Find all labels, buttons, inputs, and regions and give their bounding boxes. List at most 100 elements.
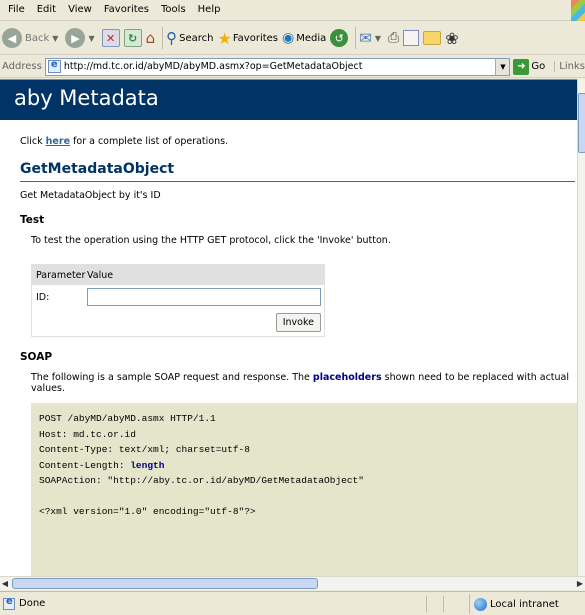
status-text: Done xyxy=(19,598,46,609)
soap-description: The following is a sample SOAP request a… xyxy=(0,363,585,394)
menu-view[interactable]: View xyxy=(62,0,98,20)
code-line: <?xml version="1.0" encoding="utf-8"?> xyxy=(39,506,256,517)
horizontal-scrollbar[interactable]: ◀ ▶ xyxy=(0,576,585,590)
go-button[interactable]: ➜ Go xyxy=(513,58,546,75)
history-icon: ↺ xyxy=(330,29,349,47)
soap-code-block: POST /abyMD/abyMD.asmx HTTP/1.1 Host: md.… xyxy=(31,403,585,576)
soap-pre: The following is a sample SOAP request a… xyxy=(31,372,313,383)
parameter-row-id: ID: xyxy=(32,285,324,309)
soap-heading: SOAP xyxy=(20,351,53,363)
address-dropdown-icon[interactable]: ▼ xyxy=(495,58,510,75)
id-input[interactable] xyxy=(87,288,321,306)
menu-tools[interactable]: Tools xyxy=(155,0,192,20)
menu-favorites[interactable]: Favorites xyxy=(98,0,155,20)
search-label: Search xyxy=(179,32,214,44)
refresh-icon: ↻ xyxy=(123,29,142,47)
intranet-globe-icon xyxy=(474,597,487,611)
go-arrow-icon: ➜ xyxy=(513,58,530,75)
operations-link[interactable]: here xyxy=(46,136,70,147)
back-label: Back xyxy=(25,32,50,44)
scroll-right-icon[interactable]: ▶ xyxy=(575,577,585,590)
mail-dropdown-icon[interactable]: ▼ xyxy=(375,34,381,43)
mail-button[interactable]: ✉ ▼ xyxy=(359,29,384,47)
stop-icon: ✕ xyxy=(101,29,120,47)
code-line: Content-Length: length xyxy=(39,458,577,474)
menu-bar: File Edit View Favorites Tools Help xyxy=(0,0,585,21)
back-arrow-icon: ◀ xyxy=(2,28,22,48)
menu-edit[interactable]: Edit xyxy=(31,0,62,20)
refresh-button[interactable]: ↻ xyxy=(123,29,142,47)
edit-icon xyxy=(403,30,420,46)
favorites-label: Favorites xyxy=(232,32,278,44)
parameter-column-header: Parameter xyxy=(36,269,86,281)
address-bar: Address http://md.tc.or.id/abyMD/abyMD.a… xyxy=(0,56,585,78)
status-cells xyxy=(426,596,460,612)
gear-icon: ❀ xyxy=(445,28,459,48)
go-label: Go xyxy=(531,61,546,72)
placeholders-text: placeholders xyxy=(312,372,382,383)
code-line: Content-Type: text/xml; charset=utf-8 xyxy=(39,444,250,455)
media-button[interactable]: ◉ Media xyxy=(282,30,326,46)
operation-description: Get MetadataObject by it's ID xyxy=(20,190,161,201)
page-content: aby Metadata Click here for a complete l… xyxy=(0,79,585,576)
address-input[interactable]: http://md.tc.or.id/abyMD/abyMD.asmx?op=G… xyxy=(44,57,511,76)
forward-button[interactable]: ▶ ▼ xyxy=(65,28,97,48)
mail-icon: ✉ xyxy=(359,29,372,47)
stop-button[interactable]: ✕ xyxy=(101,29,120,47)
security-zone[interactable]: Local intranet xyxy=(469,594,559,614)
favorites-button[interactable]: ★ Favorites xyxy=(217,29,278,48)
toolbar: ◀ Back ▼ ▶ ▼ ✕ ↻ ⌂ ⚲ Search ★ Favorites … xyxy=(0,22,585,55)
forward-arrow-icon: ▶ xyxy=(65,28,86,48)
intro-pre: Click xyxy=(20,136,46,147)
search-button[interactable]: ⚲ Search xyxy=(166,29,213,47)
forward-dropdown-icon[interactable]: ▼ xyxy=(88,34,94,43)
address-url[interactable]: http://md.tc.or.id/abyMD/abyMD.asmx?op=G… xyxy=(64,61,363,72)
menu-help[interactable]: Help xyxy=(192,0,227,20)
intro-text: Click here for a complete list of operat… xyxy=(0,120,585,147)
code-length-placeholder: length xyxy=(130,459,165,471)
scroll-left-icon[interactable]: ◀ xyxy=(0,577,10,590)
folder-icon xyxy=(423,31,442,45)
operation-title: GetMetadataObject xyxy=(20,161,575,182)
links-button[interactable]: Links xyxy=(554,61,585,72)
invoke-button[interactable]: Invoke xyxy=(275,313,321,332)
test-instructions: To test the operation using the HTTP GET… xyxy=(31,235,391,246)
test-heading: Test xyxy=(20,214,45,226)
toolbar-separator xyxy=(162,27,164,49)
folder-button[interactable] xyxy=(423,31,442,45)
star-icon: ★ xyxy=(217,28,232,48)
print-button[interactable]: ⎙ xyxy=(388,30,399,46)
code-line: SOAPAction: "http://aby.tc.or.id/abyMD/G… xyxy=(39,475,364,486)
windows-logo-icon xyxy=(571,0,585,21)
zone-label: Local intranet xyxy=(490,598,559,610)
vertical-scroll-thumb[interactable] xyxy=(578,93,585,153)
page-icon xyxy=(47,59,61,73)
status-bar: Done Local intranet xyxy=(0,591,585,615)
vertical-scrollbar[interactable] xyxy=(577,79,585,576)
code-line: POST /abyMD/abyMD.asmx HTTP/1.1 xyxy=(39,413,216,424)
parameter-table: Parameter Value ID: Invoke xyxy=(31,264,325,337)
back-button[interactable]: ◀ Back ▼ xyxy=(2,28,61,48)
edit-button[interactable] xyxy=(403,30,420,46)
toolbar-separator xyxy=(355,27,357,49)
status-cell xyxy=(426,596,443,612)
history-button[interactable]: ↺ xyxy=(330,29,349,47)
home-icon: ⌂ xyxy=(145,29,156,47)
media-icon: ◉ xyxy=(282,30,295,46)
status-cell xyxy=(443,596,460,612)
id-label: ID: xyxy=(36,291,50,303)
code-line4-pre: Content-Length: xyxy=(39,459,131,471)
media-label: Media xyxy=(296,32,327,44)
page-banner: aby Metadata xyxy=(0,80,585,120)
page-done-icon xyxy=(3,596,15,610)
back-dropdown-icon[interactable]: ▼ xyxy=(52,34,58,43)
discuss-button[interactable]: ❀ xyxy=(445,29,458,48)
horizontal-scroll-thumb[interactable] xyxy=(12,578,318,589)
menu-file[interactable]: File xyxy=(2,0,31,20)
home-button[interactable]: ⌂ xyxy=(146,29,156,47)
invoke-row: Invoke xyxy=(32,309,324,336)
parameter-table-header: Parameter Value xyxy=(32,265,324,285)
value-column-header: Value xyxy=(87,269,114,281)
print-icon: ⎙ xyxy=(388,30,400,46)
